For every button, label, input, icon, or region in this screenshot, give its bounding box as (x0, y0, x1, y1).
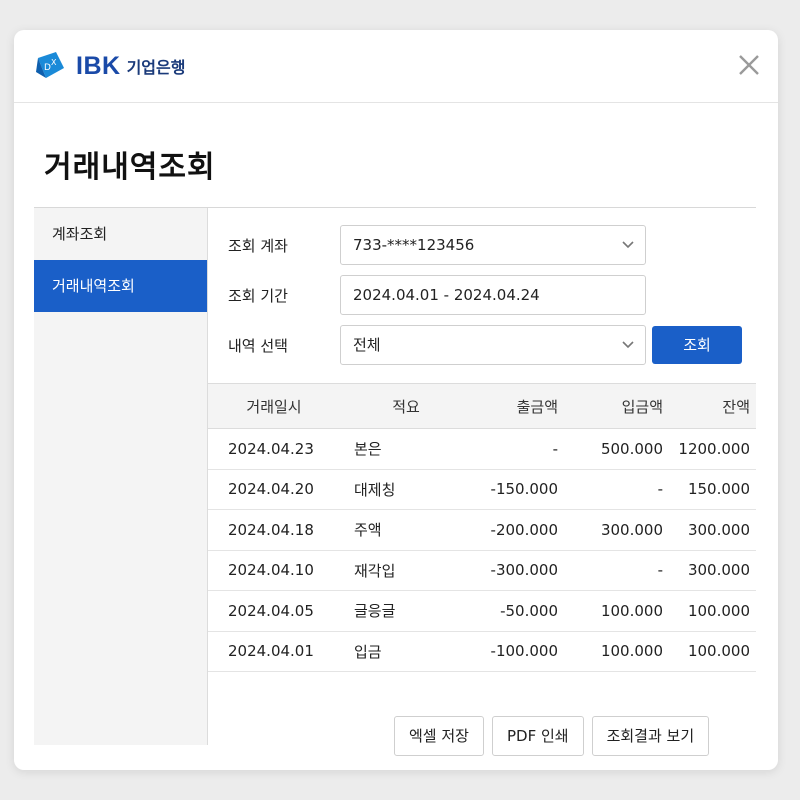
sidebar: 계좌조회 거래내역조회 (34, 208, 208, 745)
period-value: 2024.04.01 - 2024.04.24 (353, 286, 540, 304)
row-date: 2024.04.18 (228, 520, 314, 539)
header-deposit: 입금액 (621, 397, 663, 416)
row-withdrawal: -200.000 (490, 520, 558, 539)
row-balance: 300.000 (687, 520, 750, 539)
row-deposit: 100.000 (600, 642, 663, 661)
header-balance: 잔액 (722, 397, 750, 416)
action-buttons: 엑셀 저장 PDF 인쇄 조회결과 보기 (394, 716, 710, 756)
row-date: 2024.04.10 (228, 561, 314, 580)
account-label: 조회 계좌 (228, 237, 288, 255)
row-withdrawal: -300.000 (490, 561, 558, 580)
header-bar: D X IBK 기업은행 (14, 30, 778, 103)
close-icon[interactable] (736, 52, 762, 78)
row-deposit: - (657, 561, 663, 580)
row-deposit: - (657, 480, 663, 499)
row-date: 2024.04.05 (228, 601, 314, 620)
row-balance: 1200.000 (678, 439, 750, 458)
svg-text:X: X (51, 58, 57, 67)
header-date: 거래일시 (246, 397, 302, 416)
transaction-table: 거래일시 적요 출금액 입금액 잔액 2024.04.23 본은 -500.000 1… (208, 383, 756, 672)
header-description: 적요 (392, 397, 420, 416)
page-title: 거래내역조회 (44, 150, 216, 185)
row-withdrawal: -100.000 (490, 642, 558, 661)
row-deposit: 100.000 (600, 601, 663, 620)
search-button[interactable]: 조회 (652, 326, 742, 364)
row-withdrawal: -50.000 (500, 601, 558, 620)
row-deposit: 500.000 (600, 439, 663, 458)
sidebar-item-transaction-inquiry[interactable]: 거래내역조회 (34, 260, 207, 312)
sidebar-item-account-inquiry[interactable]: 계좌조회 (34, 208, 207, 260)
type-value: 전체 (353, 336, 381, 354)
table-header: 거래일시 적요 출금액 입금액 잔액 (208, 383, 756, 429)
svg-text:D: D (44, 63, 51, 73)
transaction-dialog: D X IBK 기업은행 거래내역조회 계좌조회 거래내역조회 조회 계좌 73… (14, 30, 778, 770)
type-label: 내역 선택 (228, 337, 288, 355)
row-date: 2024.04.20 (228, 480, 314, 499)
account-select[interactable]: 733-****123456 (340, 225, 646, 265)
pdf-print-button[interactable]: PDF 인쇄 (491, 716, 584, 756)
chevron-down-icon (622, 241, 634, 249)
table-row[interactable]: 2024.04.01 입금 -100.000 100.000 100.000 (208, 632, 756, 672)
table-body: 2024.04.23 본은 -500.000 1200.000 2024.04.20 대제… (208, 429, 756, 672)
header-withdrawal: 출금액 (516, 397, 558, 416)
row-balance: 100.000 (687, 601, 750, 620)
row-date: 2024.04.23 (228, 439, 314, 458)
account-value: 733-****123456 (353, 236, 475, 254)
row-balance: 300.000 (687, 561, 750, 580)
period-input[interactable]: 2024.04.01 - 2024.04.24 (340, 275, 646, 315)
table-row[interactable]: 2024.04.18 주액 -200.000 300.000 300.000 (208, 510, 756, 551)
table-row[interactable]: 2024.04.20 대제칭 -150.000-150.000 (208, 470, 756, 510)
main-panel: 조회 계좌 733-****123456 조회 기간 2024.04.01 - … (208, 208, 756, 756)
excel-save-button[interactable]: 엑셀 저장 (394, 716, 484, 756)
table-row[interactable]: 2024.04.23 본은 -500.000 1200.000 (208, 429, 756, 470)
row-withdrawal: -150.000 (490, 480, 558, 499)
view-results-button[interactable]: 조회결과 보기 (591, 716, 710, 756)
row-deposit: 300.000 (600, 520, 663, 539)
table-row[interactable]: 2024.04.10 재각입 -300.000-300.000 (208, 551, 756, 591)
row-balance: 100.000 (687, 642, 750, 661)
ibk-logo: D X IBK 기업은행 (34, 50, 185, 82)
chevron-down-icon (622, 341, 634, 349)
row-date: 2024.04.01 (228, 642, 314, 661)
row-withdrawal: - (552, 439, 558, 458)
brand-name: 기업은행 (126, 58, 186, 77)
brand-ibk: IBK (76, 51, 121, 80)
type-select[interactable]: 전체 (340, 325, 646, 365)
period-label: 조회 기간 (228, 287, 288, 305)
table-row[interactable]: 2024.04.05 글응글 -50.000 100.000 100.000 (208, 591, 756, 632)
row-balance: 150.000 (687, 480, 750, 499)
ibk-logo-icon: D X (36, 52, 64, 78)
